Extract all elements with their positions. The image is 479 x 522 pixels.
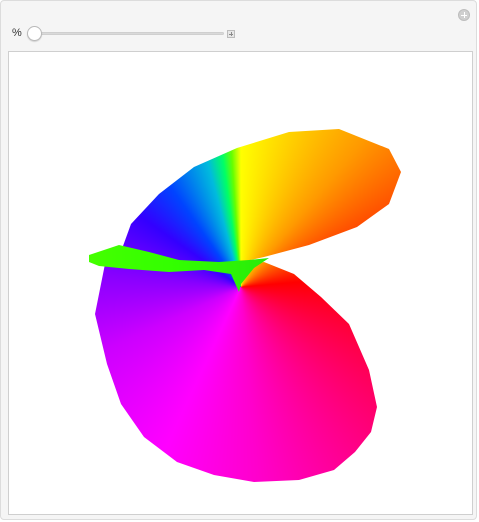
add-circle-icon[interactable] bbox=[458, 9, 470, 21]
colored-spiral-surface bbox=[9, 52, 472, 514]
manipulate-panel: % bbox=[0, 0, 477, 520]
slider-label: % bbox=[12, 27, 22, 39]
slider-row: % bbox=[1, 21, 476, 45]
expand-controls-icon[interactable] bbox=[227, 30, 235, 38]
slider-track[interactable] bbox=[28, 32, 224, 35]
plot-canvas[interactable] bbox=[8, 51, 473, 515]
slider-thumb[interactable] bbox=[27, 26, 42, 41]
